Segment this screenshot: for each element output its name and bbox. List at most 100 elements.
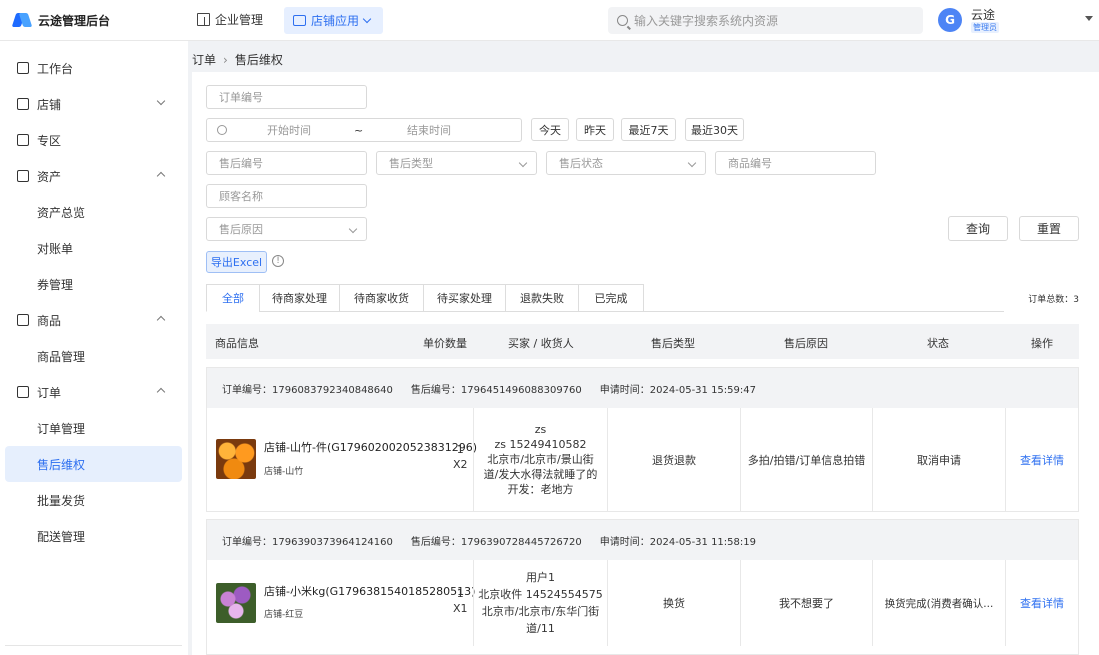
tab-pending-receive[interactable]: 待商家收货 <box>339 284 423 312</box>
receiver-address: 北京市/北京市/景山街 <box>487 453 594 466</box>
search-placeholder: 输入关键字搜索系统内资源 <box>634 14 779 28</box>
sidebar-item-workbench[interactable]: 工作台 <box>5 50 182 86</box>
app-logo[interactable]: 云途管理后台 <box>11 10 111 30</box>
sidebar-item-delivery[interactable]: 配送管理 <box>5 518 182 554</box>
receiver-address: 道/发大水得法就睡了的 <box>483 468 598 481</box>
col-buyer: 买家 / 收货人 <box>508 337 574 350</box>
sidebar-item-label: 售后维权 <box>37 457 86 472</box>
quick-yesterday-button[interactable]: 昨天 <box>576 118 614 141</box>
breadcrumb: 订单 › 售后维权 <box>192 51 283 68</box>
goods-no-input[interactable]: 商品编号 <box>715 151 876 175</box>
app-title: 云途管理后台 <box>38 13 111 28</box>
end-time-placeholder: 结束时间 <box>407 124 451 137</box>
nav-enterprise-label: 企业管理 <box>215 13 264 27</box>
query-button[interactable]: 查询 <box>948 216 1008 241</box>
goods-thumbnail[interactable] <box>216 583 256 623</box>
sidebar-item-coupons[interactable]: 券管理 <box>5 266 182 302</box>
receiver-phone: 北京收件 14524554575 <box>478 588 603 601</box>
quantity: X2 <box>453 458 468 471</box>
order-no-input[interactable]: 订单编号 <box>206 85 367 109</box>
after-sale-type: 换货 <box>607 560 740 646</box>
chevron-up-icon <box>156 315 166 325</box>
caret-down-icon[interactable] <box>1085 16 1093 21</box>
sidebar-item-label: 订单 <box>37 385 62 400</box>
avatar[interactable]: G <box>938 8 962 32</box>
quick-today-button[interactable]: 今天 <box>531 118 569 141</box>
clock-icon <box>217 125 227 135</box>
order-number: 订单编号：1796083792340848640 <box>222 384 393 396</box>
sidebar-item-label: 券管理 <box>37 277 74 292</box>
goods-thumbnail[interactable] <box>216 439 256 479</box>
sidebar-item-label: 资产 <box>37 169 62 184</box>
sidebar-item-orders[interactable]: 订单 <box>5 374 182 410</box>
after-sale-number: 售后编号：1796390728445726720 <box>410 536 582 548</box>
sidebar-item-shop[interactable]: 店铺 <box>5 86 182 122</box>
reset-button[interactable]: 重置 <box>1019 216 1079 241</box>
customer-name-input[interactable]: 顾客名称 <box>206 184 367 208</box>
top-bar: 云途管理后台 企业管理 店铺应用 输入关键字搜索系统内资源 G 云途 管理员 <box>0 0 1099 41</box>
sidebar-item-order-manage[interactable]: 订单管理 <box>5 410 182 446</box>
customer-name-placeholder: 顾客名称 <box>219 190 263 203</box>
tab-completed[interactable]: 已完成 <box>578 284 644 312</box>
sidebar-item-batch-ship[interactable]: 批量发货 <box>5 482 182 518</box>
after-sale-status-select[interactable]: 售后状态 <box>546 151 706 175</box>
goods-no-placeholder: 商品编号 <box>728 157 772 170</box>
sidebar-item-asset-overview[interactable]: 资产总览 <box>5 194 182 230</box>
sidebar-item-after-sales[interactable]: 售后维权 <box>5 446 182 482</box>
tab-pending-buyer[interactable]: 待买家处理 <box>423 284 505 312</box>
after-sale-reason-select[interactable]: 售后原因 <box>206 217 367 241</box>
after-sale-reason: 我不想要了 <box>740 560 872 646</box>
sidebar-item-goods[interactable]: 商品 <box>5 302 182 338</box>
chevron-down-icon <box>518 158 528 168</box>
sidebar-item-zone[interactable]: 专区 <box>5 122 182 158</box>
breadcrumb-parent[interactable]: 订单 <box>192 51 216 68</box>
after-sale-type: 退货退款 <box>607 408 740 511</box>
breadcrumb-current: 售后维权 <box>234 53 283 67</box>
after-sale-status: 换货完成(消费者确认... <box>872 560 1005 646</box>
col-status: 状态 <box>927 337 949 350</box>
buyer-name: 用户1 <box>526 571 555 584</box>
export-excel-button[interactable]: 导出Excel <box>206 251 267 273</box>
start-time-placeholder: 开始时间 <box>267 124 311 137</box>
sidebar-item-label: 资产总览 <box>37 205 86 220</box>
sidebar: 工作台 店铺 专区 资产 资产总览 对账单 券管理 商品 商品管理 订单 订单管… <box>0 41 188 655</box>
buyer-info: zs zs 15249410582 北京市/北京市/景山街 道/发大水得法就睡了… <box>473 408 607 511</box>
info-icon[interactable]: ! <box>272 255 284 267</box>
unit-price: 1 <box>456 443 464 456</box>
gift-icon <box>17 134 29 146</box>
status-tabs: 全部 待商家处理 待商家收货 待买家处理 退款失败 已完成 <box>206 284 644 312</box>
user-name[interactable]: 云途 <box>971 6 995 23</box>
nav-enterprise[interactable]: 企业管理 <box>197 11 263 28</box>
date-range-picker[interactable]: 开始时间 ~ 结束时间 <box>206 118 522 142</box>
order-row: 订单编号：1796390373964124160 售后编号：1796390728… <box>206 519 1079 655</box>
goods-name[interactable]: 店铺-山竹-件(G1796020020523831296) <box>264 439 477 455</box>
receiver-address: 道/11 <box>526 622 555 635</box>
tab-pending-merchant[interactable]: 待商家处理 <box>259 284 339 312</box>
goods-name[interactable]: 店铺-小米kg(G1796381540185280513) <box>264 583 475 599</box>
view-detail-link[interactable]: 查看详情 <box>1005 408 1078 511</box>
after-sale-no-input[interactable]: 售后编号 <box>206 151 367 175</box>
table-header: 商品信息 单价数量 买家 / 收货人 售后类型 售后原因 状态 操作 <box>206 324 1079 359</box>
order-number: 订单编号：1796390373964124160 <box>222 536 393 548</box>
range-separator: ~ <box>354 123 364 137</box>
tab-refund-failed[interactable]: 退款失败 <box>505 284 578 312</box>
sidebar-item-goods-manage[interactable]: 商品管理 <box>5 338 182 374</box>
quick-30days-button[interactable]: 最近30天 <box>685 118 744 141</box>
chevron-down-icon <box>156 96 166 106</box>
sidebar-item-statement[interactable]: 对账单 <box>5 230 182 266</box>
price-qty: 1 X1 <box>453 586 468 616</box>
view-detail-link[interactable]: 查看详情 <box>1005 560 1078 646</box>
sidebar-item-label: 订单管理 <box>37 421 86 436</box>
global-search-input[interactable]: 输入关键字搜索系统内资源 <box>608 7 923 34</box>
quick-7days-button[interactable]: 最近7天 <box>621 118 676 141</box>
order-total: 订单总数：3 <box>1028 295 1079 305</box>
sidebar-item-assets[interactable]: 资产 <box>5 158 182 194</box>
after-sale-status: 取消申请 <box>872 408 1005 511</box>
col-reason: 售后原因 <box>784 337 828 350</box>
tab-all[interactable]: 全部 <box>206 284 259 312</box>
after-sale-status-placeholder: 售后状态 <box>559 157 603 170</box>
price-qty: 1 X2 <box>453 442 468 472</box>
nav-shop-app[interactable]: 店铺应用 <box>284 7 383 34</box>
unit-price: 1 <box>456 587 464 600</box>
after-sale-type-select[interactable]: 售后类型 <box>376 151 537 175</box>
